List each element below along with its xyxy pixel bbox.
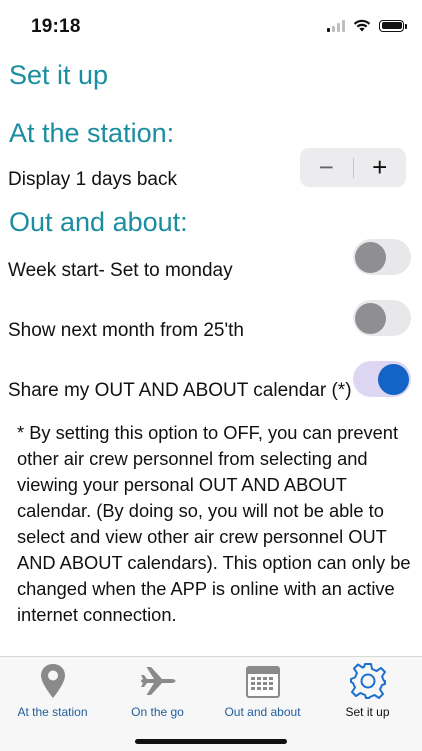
gear-icon bbox=[349, 663, 386, 699]
cellular-signal-icon bbox=[327, 19, 345, 32]
page-title: Set it up bbox=[9, 60, 109, 90]
section-title-out-and-about: Out and about: bbox=[9, 207, 188, 237]
decrement-button[interactable]: − bbox=[300, 148, 353, 187]
next-month-toggle[interactable] bbox=[353, 300, 411, 336]
airplane-icon bbox=[140, 667, 175, 695]
tab-label: At the station bbox=[17, 705, 88, 719]
section-title-station: At the station: bbox=[9, 118, 175, 148]
week-start-label: Week start- Set to monday bbox=[8, 260, 233, 281]
week-start-toggle[interactable] bbox=[353, 239, 411, 275]
home-indicator bbox=[135, 739, 287, 744]
days-back-stepper[interactable]: − + bbox=[300, 148, 406, 187]
status-time: 19:18 bbox=[31, 16, 81, 37]
tab-bar: At the station On the go Out and about S… bbox=[0, 656, 422, 751]
toggle-knob bbox=[378, 364, 409, 395]
tab-set-it-up[interactable]: Set it up bbox=[315, 657, 420, 719]
share-calendar-label: Share my OUT AND ABOUT calendar (*) bbox=[8, 380, 352, 401]
status-icons bbox=[327, 19, 407, 32]
calendar-icon bbox=[245, 666, 280, 698]
share-calendar-toggle[interactable] bbox=[353, 361, 411, 397]
wifi-icon bbox=[353, 19, 371, 32]
display-days-label: Display 1 days back bbox=[8, 169, 177, 190]
tab-label: On the go bbox=[131, 705, 184, 719]
battery-icon bbox=[379, 19, 407, 32]
status-bar: 19:18 bbox=[0, 0, 422, 56]
tab-label: Out and about bbox=[224, 705, 301, 719]
tab-out-and-about[interactable]: Out and about bbox=[210, 657, 315, 719]
increment-button[interactable]: + bbox=[354, 148, 407, 187]
location-pin-icon bbox=[40, 664, 65, 698]
next-month-label: Show next month from 25'th bbox=[8, 320, 244, 341]
tab-label: Set it up bbox=[345, 705, 390, 719]
toggle-knob bbox=[355, 303, 386, 334]
tab-at-the-station[interactable]: At the station bbox=[0, 657, 105, 719]
share-calendar-note: * By setting this option to OFF, you can… bbox=[17, 422, 411, 625]
tab-on-the-go[interactable]: On the go bbox=[105, 657, 210, 719]
toggle-knob bbox=[355, 242, 386, 273]
